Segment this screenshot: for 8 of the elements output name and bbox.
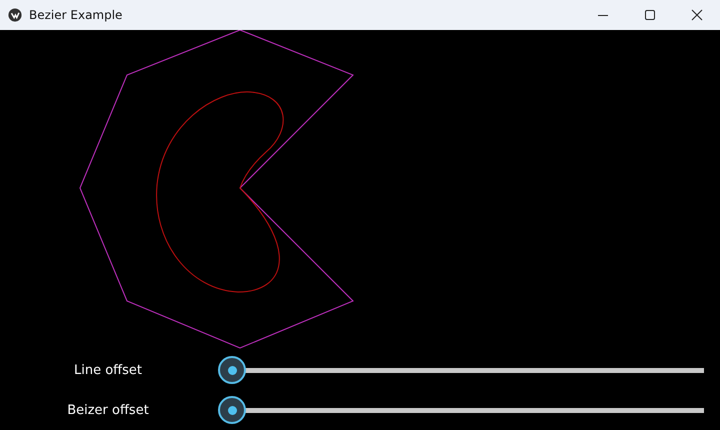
slider-label: Beizer offset <box>66 402 150 418</box>
close-icon <box>690 9 702 21</box>
app-logo-icon <box>8 8 22 22</box>
slider-label: Line offset <box>72 362 143 378</box>
offset-slider[interactable] <box>216 355 704 385</box>
maximize-icon <box>644 9 656 21</box>
offset-slider[interactable] <box>216 395 704 425</box>
window-title: Bezier Example <box>29 8 124 22</box>
